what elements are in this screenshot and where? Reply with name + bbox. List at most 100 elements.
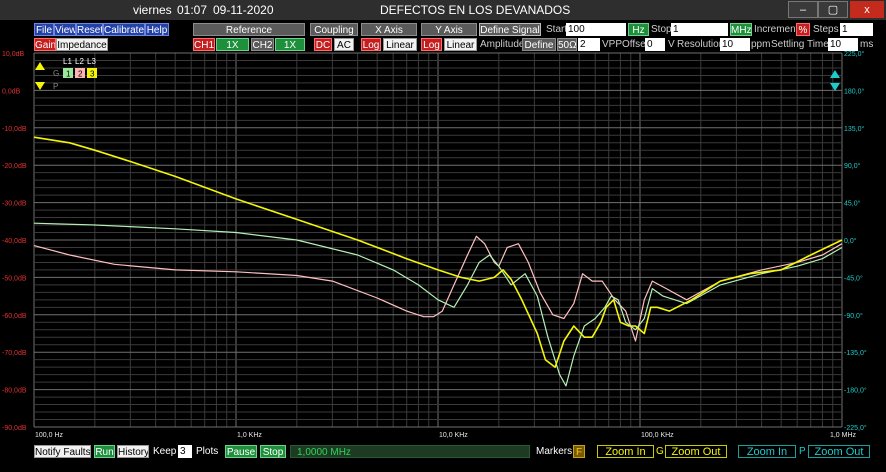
tab-y-axis[interactable]: Y Axis (421, 23, 477, 36)
y-left-tick-label: -60,0dB (2, 313, 27, 320)
x-log-button[interactable]: Log (361, 38, 381, 51)
notify-faults-button[interactable]: Notify Faults (34, 445, 91, 458)
bode-plot[interactable]: 10,0dB 0,0dB -10,0dB -20,0dB -30,0dB -40,0dB -… (0, 51, 886, 441)
title-bar: viernes 01:07 09-11-2020 DEFECTOS EN LOS… (0, 0, 886, 20)
g-zoom-in-button[interactable]: Zoom In (597, 445, 654, 458)
y-left-tick-label: -90,0dB (2, 425, 27, 432)
y-left-tick-label: -50,0dB (2, 275, 27, 282)
legend-p-label: P (53, 82, 58, 91)
y-right-tick-label: -225,0° (844, 424, 867, 432)
dc-button[interactable]: DC (314, 38, 332, 51)
menu-help[interactable]: Help (145, 23, 169, 36)
legend-n1: 1 (66, 70, 71, 79)
date-label: 09-11-2020 (213, 3, 274, 17)
impedance-value[interactable]: 50Ω (557, 38, 577, 51)
y-right-tick-label: -90,0° (844, 312, 863, 320)
bottom-bar: Notify Faults Run History Keep 3 Plots P… (0, 443, 886, 461)
p-zoom-out-button[interactable]: Zoom Out (808, 445, 870, 458)
stop-button[interactable]: Stop (260, 445, 286, 458)
legend-l2-label: L2 (75, 57, 84, 66)
menu-calibrate[interactable]: Calibrate (103, 23, 145, 36)
amplitude-unit: VPP (602, 39, 623, 50)
restore-button[interactable]: ▢ (818, 1, 848, 18)
plots-label: Plots (196, 446, 219, 457)
offset-input[interactable]: 0 (645, 38, 665, 51)
y-right-tick-label: 0,0° (844, 237, 857, 245)
x-tick-label: 1,0 MHz (830, 432, 857, 439)
start-unit-button[interactable]: Hz (628, 23, 649, 36)
stop-label: Stop (651, 24, 672, 35)
keep-input[interactable]: 3 (178, 445, 192, 458)
markers-toggle[interactable]: F (573, 445, 585, 458)
keep-label: Keep (153, 446, 177, 457)
resolution-label: Resolution (677, 39, 725, 50)
ac-button[interactable]: AC (334, 38, 354, 51)
y-log-button[interactable]: Log (421, 38, 442, 51)
settling-input[interactable]: 10 (828, 38, 858, 51)
define-signal-button[interactable]: Define Signal (479, 23, 541, 36)
time-label: 01:07 (177, 3, 208, 17)
run-button[interactable]: Run (94, 445, 115, 458)
x-tick-label: 10,0 KHz (439, 432, 468, 439)
menu-reset[interactable]: Reset (76, 23, 103, 36)
stop-unit-button[interactable]: MHz (730, 23, 752, 36)
resolution-unit: ppm (751, 39, 771, 50)
menu-view[interactable]: View (54, 23, 76, 36)
legend-n3: 3 (90, 70, 95, 79)
offset-unit: V (668, 39, 675, 50)
y-left-tick-label: -20,0dB (2, 163, 27, 170)
menu-file[interactable]: File (34, 23, 54, 36)
g-zoom-out-button[interactable]: Zoom Out (665, 445, 727, 458)
steps-label: Steps (813, 24, 839, 35)
increment-label: Increment (754, 24, 799, 35)
legend-g-label: G (53, 69, 59, 78)
amplitude-input[interactable]: 2 (578, 38, 600, 51)
tab-x-axis[interactable]: X Axis (361, 23, 417, 36)
close-button[interactable]: x (850, 1, 884, 18)
start-input[interactable]: 100 (566, 23, 626, 36)
window-title: DEFECTOS EN LOS DEVANADOS (380, 3, 571, 17)
stop-input[interactable]: 1 (671, 23, 728, 36)
legend-n2: 2 (78, 70, 83, 79)
tab-reference[interactable]: Reference (193, 23, 305, 36)
y-right-tick-label: 90,0° (844, 162, 861, 170)
y-right-tick-label: -180,0° (844, 387, 867, 395)
y-right-tick-label: 135,0° (844, 125, 865, 133)
y-left-tick-label: -80,0dB (2, 388, 27, 395)
x-tick-label: 100,0 KHz (641, 432, 674, 439)
legend-l1-label: L1 (63, 57, 72, 66)
ch1-scale-button[interactable]: 1X (216, 38, 249, 51)
y-left-tick-label: 0,0dB (2, 88, 21, 95)
g-axis-label: G (656, 446, 664, 457)
increment-unit-button[interactable]: % (796, 23, 810, 36)
steps-input[interactable]: 1 (840, 23, 873, 36)
y-right-tick-label: -135,0° (844, 349, 867, 357)
ch2-button[interactable]: CH2 (251, 38, 274, 51)
y-right-tick-label: 45,0° (844, 200, 861, 208)
settling-unit: ms (860, 39, 874, 50)
minimize-button[interactable]: – (788, 1, 818, 18)
x-linear-button[interactable]: Linear (383, 38, 417, 51)
p-axis-label: P (799, 446, 806, 457)
history-button[interactable]: History (117, 445, 149, 458)
toolbar-row-1: File View Reset Calibrate Help Reference… (0, 21, 886, 37)
start-label: Start (546, 24, 568, 35)
pause-button[interactable]: Pause (225, 445, 257, 458)
tab-coupling[interactable]: Coupling (310, 23, 358, 36)
y-left-tick-label: 10,0dB (2, 51, 25, 58)
impedance-button[interactable]: Impedance (56, 38, 108, 51)
ch1-button[interactable]: CH1 (193, 38, 215, 51)
ch2-scale-button[interactable]: 1X (275, 38, 305, 51)
p-zoom-in-button[interactable]: Zoom In (738, 445, 796, 458)
y-left-tick-label: -40,0dB (2, 238, 27, 245)
settling-label: Settling Time (771, 39, 829, 50)
y-linear-button[interactable]: Linear (444, 38, 477, 51)
x-tick-label: 100,0 Hz (35, 432, 64, 439)
x-tick-label: 1,0 KHz (237, 432, 262, 439)
y-left-tick-label: -70,0dB (2, 350, 27, 357)
define-amplitude-button[interactable]: Define (522, 38, 556, 51)
y-right-tick-label: 225,0° (844, 51, 865, 58)
resolution-input[interactable]: 10 (720, 38, 750, 51)
y-left-tick-label: -10,0dB (2, 126, 27, 133)
gain-button[interactable]: Gain (34, 38, 56, 51)
